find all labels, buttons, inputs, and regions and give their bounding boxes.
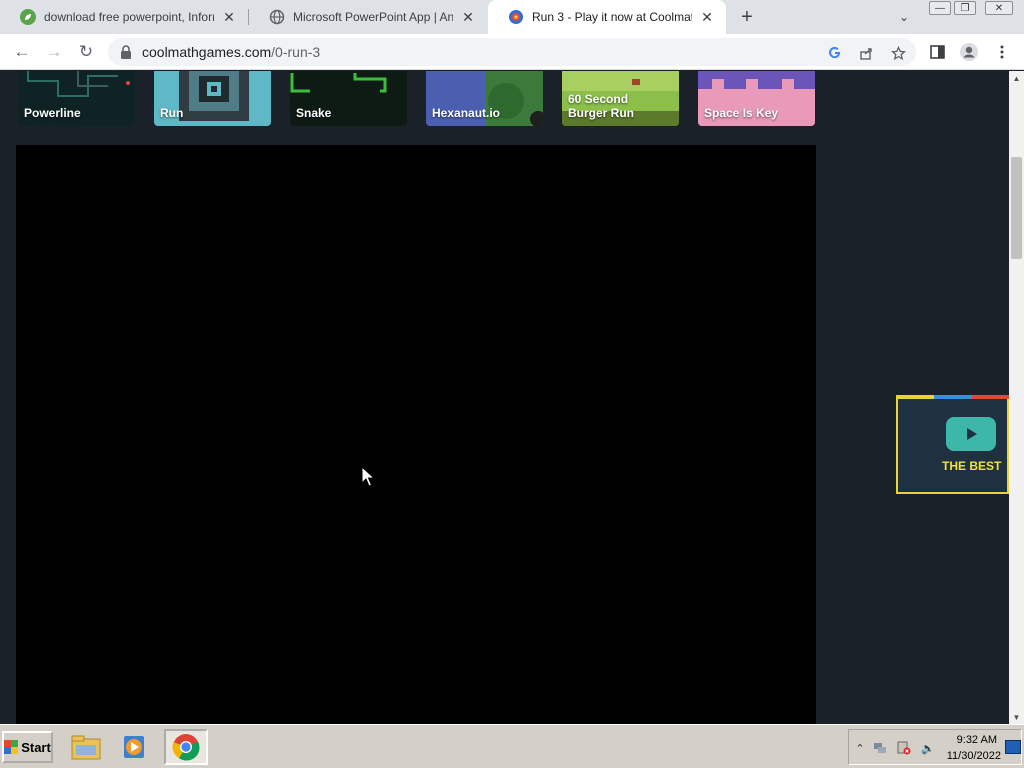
new-tab-button[interactable]: + bbox=[736, 6, 758, 28]
coolmath-icon bbox=[508, 9, 524, 25]
google-lens-icon[interactable] bbox=[826, 44, 844, 62]
browser-toolbar: ← → ↻ coolmathgames.com/0-run-3 bbox=[0, 34, 1024, 70]
network-icon[interactable] bbox=[873, 741, 887, 755]
tab-title: Run 3 - Play it now at Coolmath Ga bbox=[532, 10, 692, 24]
close-tab-icon[interactable]: ✕ bbox=[698, 8, 716, 26]
game-thumb-space-is-key[interactable]: Space Is Key bbox=[698, 71, 815, 126]
game-thumb-snake[interactable]: Snake bbox=[290, 71, 407, 126]
restore-button[interactable]: ❐ bbox=[954, 1, 976, 15]
scrollbar-thumb[interactable] bbox=[1011, 157, 1022, 259]
tab-search-icon[interactable]: ⌄ bbox=[895, 8, 913, 26]
volume-icon[interactable]: 🔈 bbox=[921, 741, 935, 755]
forward-button[interactable]: → bbox=[43, 41, 65, 63]
game-label: Run bbox=[160, 106, 184, 120]
clock-time[interactable]: 9:32 AM bbox=[953, 734, 997, 746]
screen: download free powerpoint, Informat ✕ Mic… bbox=[0, 0, 1024, 768]
action-center-icon[interactable] bbox=[897, 741, 911, 755]
tab-strip: download free powerpoint, Informat ✕ Mic… bbox=[0, 0, 1024, 34]
url-path: /0-run-3 bbox=[271, 44, 321, 60]
back-button[interactable]: ← bbox=[11, 41, 33, 63]
scroll-up-arrow-icon[interactable]: ▲ bbox=[1009, 71, 1024, 85]
play-icon[interactable] bbox=[946, 417, 996, 451]
game-thumb-burger-run[interactable]: 60 Second Burger Run bbox=[562, 71, 679, 126]
game-label: Snake bbox=[296, 106, 332, 120]
side-panel-icon[interactable] bbox=[926, 41, 948, 63]
minimize-button[interactable]: — bbox=[929, 1, 951, 15]
windows-flag-icon bbox=[4, 740, 19, 754]
ad-stripe-red bbox=[972, 395, 1009, 399]
game-thumb-powerline[interactable]: Powerline bbox=[18, 71, 135, 126]
tab-powerpoint-android[interactable]: Microsoft PowerPoint App | Android ✕ bbox=[249, 0, 487, 34]
game-canvas[interactable] bbox=[16, 145, 816, 724]
close-tab-icon[interactable]: ✕ bbox=[459, 8, 477, 26]
green-leaf-icon bbox=[20, 9, 36, 25]
game-label: Powerline bbox=[24, 106, 81, 120]
taskbar: Start ⌃ 🔈 9:32 AM 11/30/2022 bbox=[0, 724, 1024, 768]
tab-title: download free powerpoint, Informat bbox=[44, 10, 214, 24]
system-tray: ⌃ 🔈 9:32 AM 11/30/2022 bbox=[848, 729, 1022, 765]
close-tab-icon[interactable]: ✕ bbox=[220, 8, 238, 26]
share-icon[interactable] bbox=[857, 44, 875, 62]
tab-download-powerpoint[interactable]: download free powerpoint, Informat ✕ bbox=[0, 0, 248, 34]
show-desktop-icon[interactable] bbox=[1005, 740, 1021, 754]
bookmark-star-icon[interactable] bbox=[889, 44, 907, 62]
ad-text: THE BEST bbox=[942, 459, 1002, 473]
start-button[interactable]: Start bbox=[2, 731, 53, 763]
chrome-icon[interactable] bbox=[164, 729, 208, 765]
address-bar[interactable]: coolmathgames.com/0-run-3 bbox=[108, 38, 916, 66]
kebab-menu-icon[interactable] bbox=[991, 41, 1013, 63]
mouse-cursor-icon bbox=[361, 466, 375, 487]
media-player-icon[interactable] bbox=[113, 729, 157, 765]
start-label: Start bbox=[21, 739, 51, 755]
url-text: coolmathgames.com/0-run-3 bbox=[142, 44, 320, 60]
close-window-button[interactable]: ✕ bbox=[985, 1, 1013, 15]
page-content: Powerline Run Snake Hexanaut.io 60 Secon… bbox=[0, 71, 1009, 724]
scroll-down-arrow-icon[interactable]: ▼ bbox=[1009, 710, 1024, 724]
tab-title: Microsoft PowerPoint App | Android bbox=[293, 10, 453, 24]
page-scrollbar[interactable]: ▲ ▼ bbox=[1009, 71, 1024, 724]
ad-stripe-blue bbox=[934, 395, 972, 399]
tab-run-3[interactable]: Run 3 - Play it now at Coolmath Ga ✕ bbox=[488, 0, 726, 34]
video-ad[interactable]: THE BEST bbox=[896, 395, 1009, 494]
profile-icon[interactable] bbox=[958, 41, 980, 63]
globe-icon bbox=[269, 9, 285, 25]
game-label: 60 Second Burger Run bbox=[568, 92, 634, 120]
game-thumb-hexanaut[interactable]: Hexanaut.io bbox=[426, 71, 543, 126]
ad-stripe-yellow bbox=[898, 395, 934, 399]
game-thumb-run[interactable]: Run bbox=[154, 71, 271, 126]
tray-expand-icon[interactable]: ⌃ bbox=[853, 741, 867, 755]
lock-icon bbox=[121, 45, 131, 59]
reload-button[interactable]: ↻ bbox=[75, 41, 97, 63]
game-label: Space Is Key bbox=[704, 106, 779, 120]
url-host: coolmathgames.com bbox=[142, 44, 272, 60]
file-explorer-icon[interactable] bbox=[64, 729, 108, 765]
game-label: Hexanaut.io bbox=[432, 106, 501, 120]
clock-date[interactable]: 11/30/2022 bbox=[943, 750, 1001, 762]
